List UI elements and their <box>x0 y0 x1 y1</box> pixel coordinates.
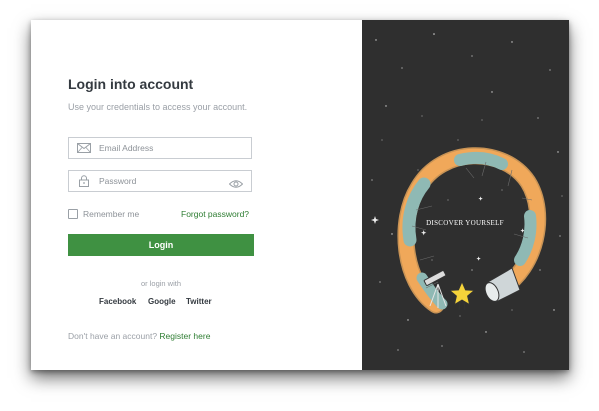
illustration-panel: DISCOVER YOURSELF <box>362 20 569 370</box>
star-icon <box>448 281 476 311</box>
register-row: Don't have an account? Register here <box>68 331 210 341</box>
eye-icon[interactable] <box>228 176 244 194</box>
login-card: Login into account Use your credentials … <box>31 20 569 370</box>
page-subtitle: Use your credentials to access your acco… <box>68 102 248 112</box>
no-account-text: Don't have an account? <box>68 331 158 341</box>
sparkle-icons <box>371 196 525 261</box>
remember-checkbox[interactable] <box>68 209 78 219</box>
forgot-password-link[interactable]: Forgot password? <box>181 209 249 219</box>
twitter-login-link[interactable]: Twitter <box>186 297 212 306</box>
discover-illustration: DISCOVER YOURSELF <box>371 33 563 353</box>
password-input[interactable] <box>99 176 219 186</box>
remember-label: Remember me <box>83 209 140 219</box>
page-title: Login into account <box>68 76 194 92</box>
lock-icon <box>69 175 99 187</box>
or-login-with: or login with <box>140 279 182 288</box>
email-input[interactable] <box>99 143 219 153</box>
password-field[interactable] <box>68 170 252 192</box>
google-login-link[interactable]: Google <box>148 297 176 306</box>
spyglass-icon <box>484 267 521 303</box>
register-link[interactable]: Register here <box>159 331 210 341</box>
remember-me[interactable]: Remember me <box>68 209 139 219</box>
login-button[interactable]: Login <box>68 234 254 256</box>
login-panel: Login into account Use your credentials … <box>31 20 362 370</box>
envelope-icon <box>69 143 99 153</box>
facebook-login-link[interactable]: Facebook <box>99 297 136 306</box>
discover-caption: DISCOVER YOURSELF <box>426 219 504 227</box>
email-field[interactable] <box>68 137 252 159</box>
